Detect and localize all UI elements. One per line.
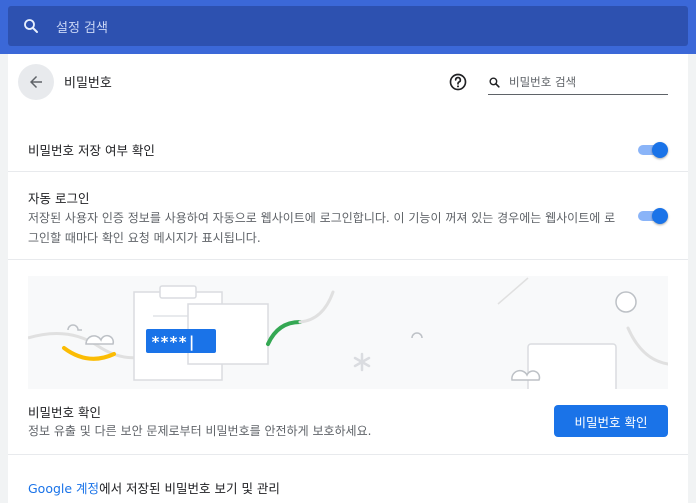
password-mask-text: ****|	[151, 333, 196, 352]
back-button[interactable]	[18, 64, 54, 100]
settings-search-box[interactable]: 설정 검색	[8, 6, 688, 46]
offer-to-save-label: 비밀번호 저장 여부 확인	[28, 143, 155, 158]
search-icon	[489, 76, 500, 88]
search-icon	[24, 19, 38, 33]
password-search-field[interactable]: 비밀번호 검색	[488, 70, 668, 95]
help-icon[interactable]	[448, 72, 468, 92]
arrow-back-icon	[30, 76, 42, 88]
divider	[8, 259, 688, 260]
google-account-link[interactable]: Google 계정	[28, 481, 99, 496]
page-header: 비밀번호 비밀번호 검색	[8, 54, 688, 110]
divider	[8, 171, 688, 172]
google-account-footer: Google 계정에서 저장된 비밀번호 보기 및 관리	[28, 478, 280, 497]
passwords-card: 비밀번호 비밀번호 검색 비밀번호 저장 여부 확인 자동 로그인 저장된 사용…	[8, 54, 688, 503]
password-search-placeholder: 비밀번호 검색	[509, 75, 577, 89]
page-title: 비밀번호	[64, 76, 112, 91]
auto-signin-description: 저장된 사용자 인증 정보를 사용하여 자동으로 웹사이트에 로그인합니다. 이…	[28, 211, 616, 245]
password-check-description: 정보 유출 및 다른 보안 문제로부터 비밀번호를 안전하게 보호하세요.	[28, 424, 372, 438]
right-gutter	[688, 54, 696, 503]
divider	[8, 454, 688, 455]
top-bar: 설정 검색	[0, 0, 696, 54]
auto-signin-title: 자동 로그인	[28, 191, 90, 206]
left-gutter	[0, 54, 8, 503]
toggle-knob	[652, 142, 668, 158]
auto-signin-toggle[interactable]	[638, 207, 668, 225]
check-passwords-button[interactable]: 비밀번호 확인	[554, 405, 668, 437]
password-check-illustration: ****|	[28, 276, 668, 389]
settings-search-placeholder: 설정 검색	[56, 20, 108, 36]
footer-text: 에서 저장된 비밀번호 보기 및 관리	[99, 481, 280, 496]
password-check-title: 비밀번호 확인	[28, 405, 101, 420]
offer-to-save-toggle[interactable]	[638, 141, 668, 159]
toggle-knob	[652, 208, 668, 224]
